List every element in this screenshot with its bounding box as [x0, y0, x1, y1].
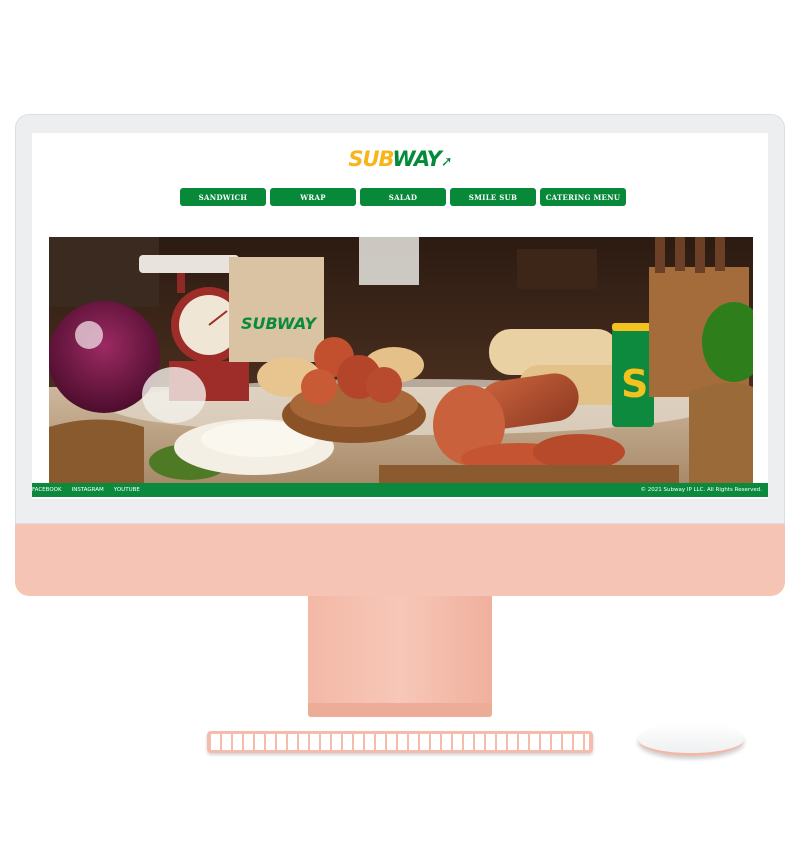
keyboard [207, 731, 593, 753]
keyboard-keys [211, 734, 589, 750]
nav-salad-button[interactable]: SALAD [360, 188, 446, 206]
monitor-chin [15, 524, 785, 596]
nav-smile-sub-button[interactable]: SMILE SUB [450, 188, 536, 206]
footer-copyright: © 2021 Subway IP LLC. All Rights Reserve… [640, 487, 763, 493]
mouse [638, 723, 744, 756]
site-footer: FACEBOOK INSTAGRAM YOUTUBE © 2021 Subway… [32, 483, 768, 497]
main-nav: SANDWICH WRAP SALAD SMILE SUB CATERING M… [180, 188, 626, 206]
bag-logo-text: SUBWAY [241, 314, 317, 333]
cup-logo-text: S [621, 362, 648, 406]
hero-food-image: SUBWAY S [49, 237, 753, 483]
website-screen: SUBWAY➚ SANDWICH WRAP SALAD SMILE SUB CA… [32, 133, 768, 499]
logo-sub-text: SUB [348, 147, 393, 171]
footer-link-facebook[interactable]: FACEBOOK [32, 487, 62, 493]
monitor-bezel: SUBWAY➚ SANDWICH WRAP SALAD SMILE SUB CA… [15, 114, 785, 524]
social-links: FACEBOOK INSTAGRAM YOUTUBE [32, 487, 140, 493]
nav-wrap-button[interactable]: WRAP [270, 188, 356, 206]
logo-arrow-icon: ➚ [440, 154, 453, 170]
subway-logo[interactable]: SUBWAY➚ [32, 147, 768, 171]
hero-illustration: SUBWAY S [49, 237, 753, 483]
footer-link-youtube[interactable]: YOUTUBE [114, 487, 140, 493]
nav-sandwich-button[interactable]: SANDWICH [180, 188, 266, 206]
footer-link-instagram[interactable]: INSTAGRAM [72, 487, 104, 493]
logo-way-text: WAY [392, 147, 441, 171]
imac-monitor: SUBWAY➚ SANDWICH WRAP SALAD SMILE SUB CA… [15, 114, 785, 596]
monitor-stand [308, 596, 492, 704]
monitor-stand-foot [308, 703, 492, 717]
nav-catering-menu-button[interactable]: CATERING MENU [540, 188, 626, 206]
